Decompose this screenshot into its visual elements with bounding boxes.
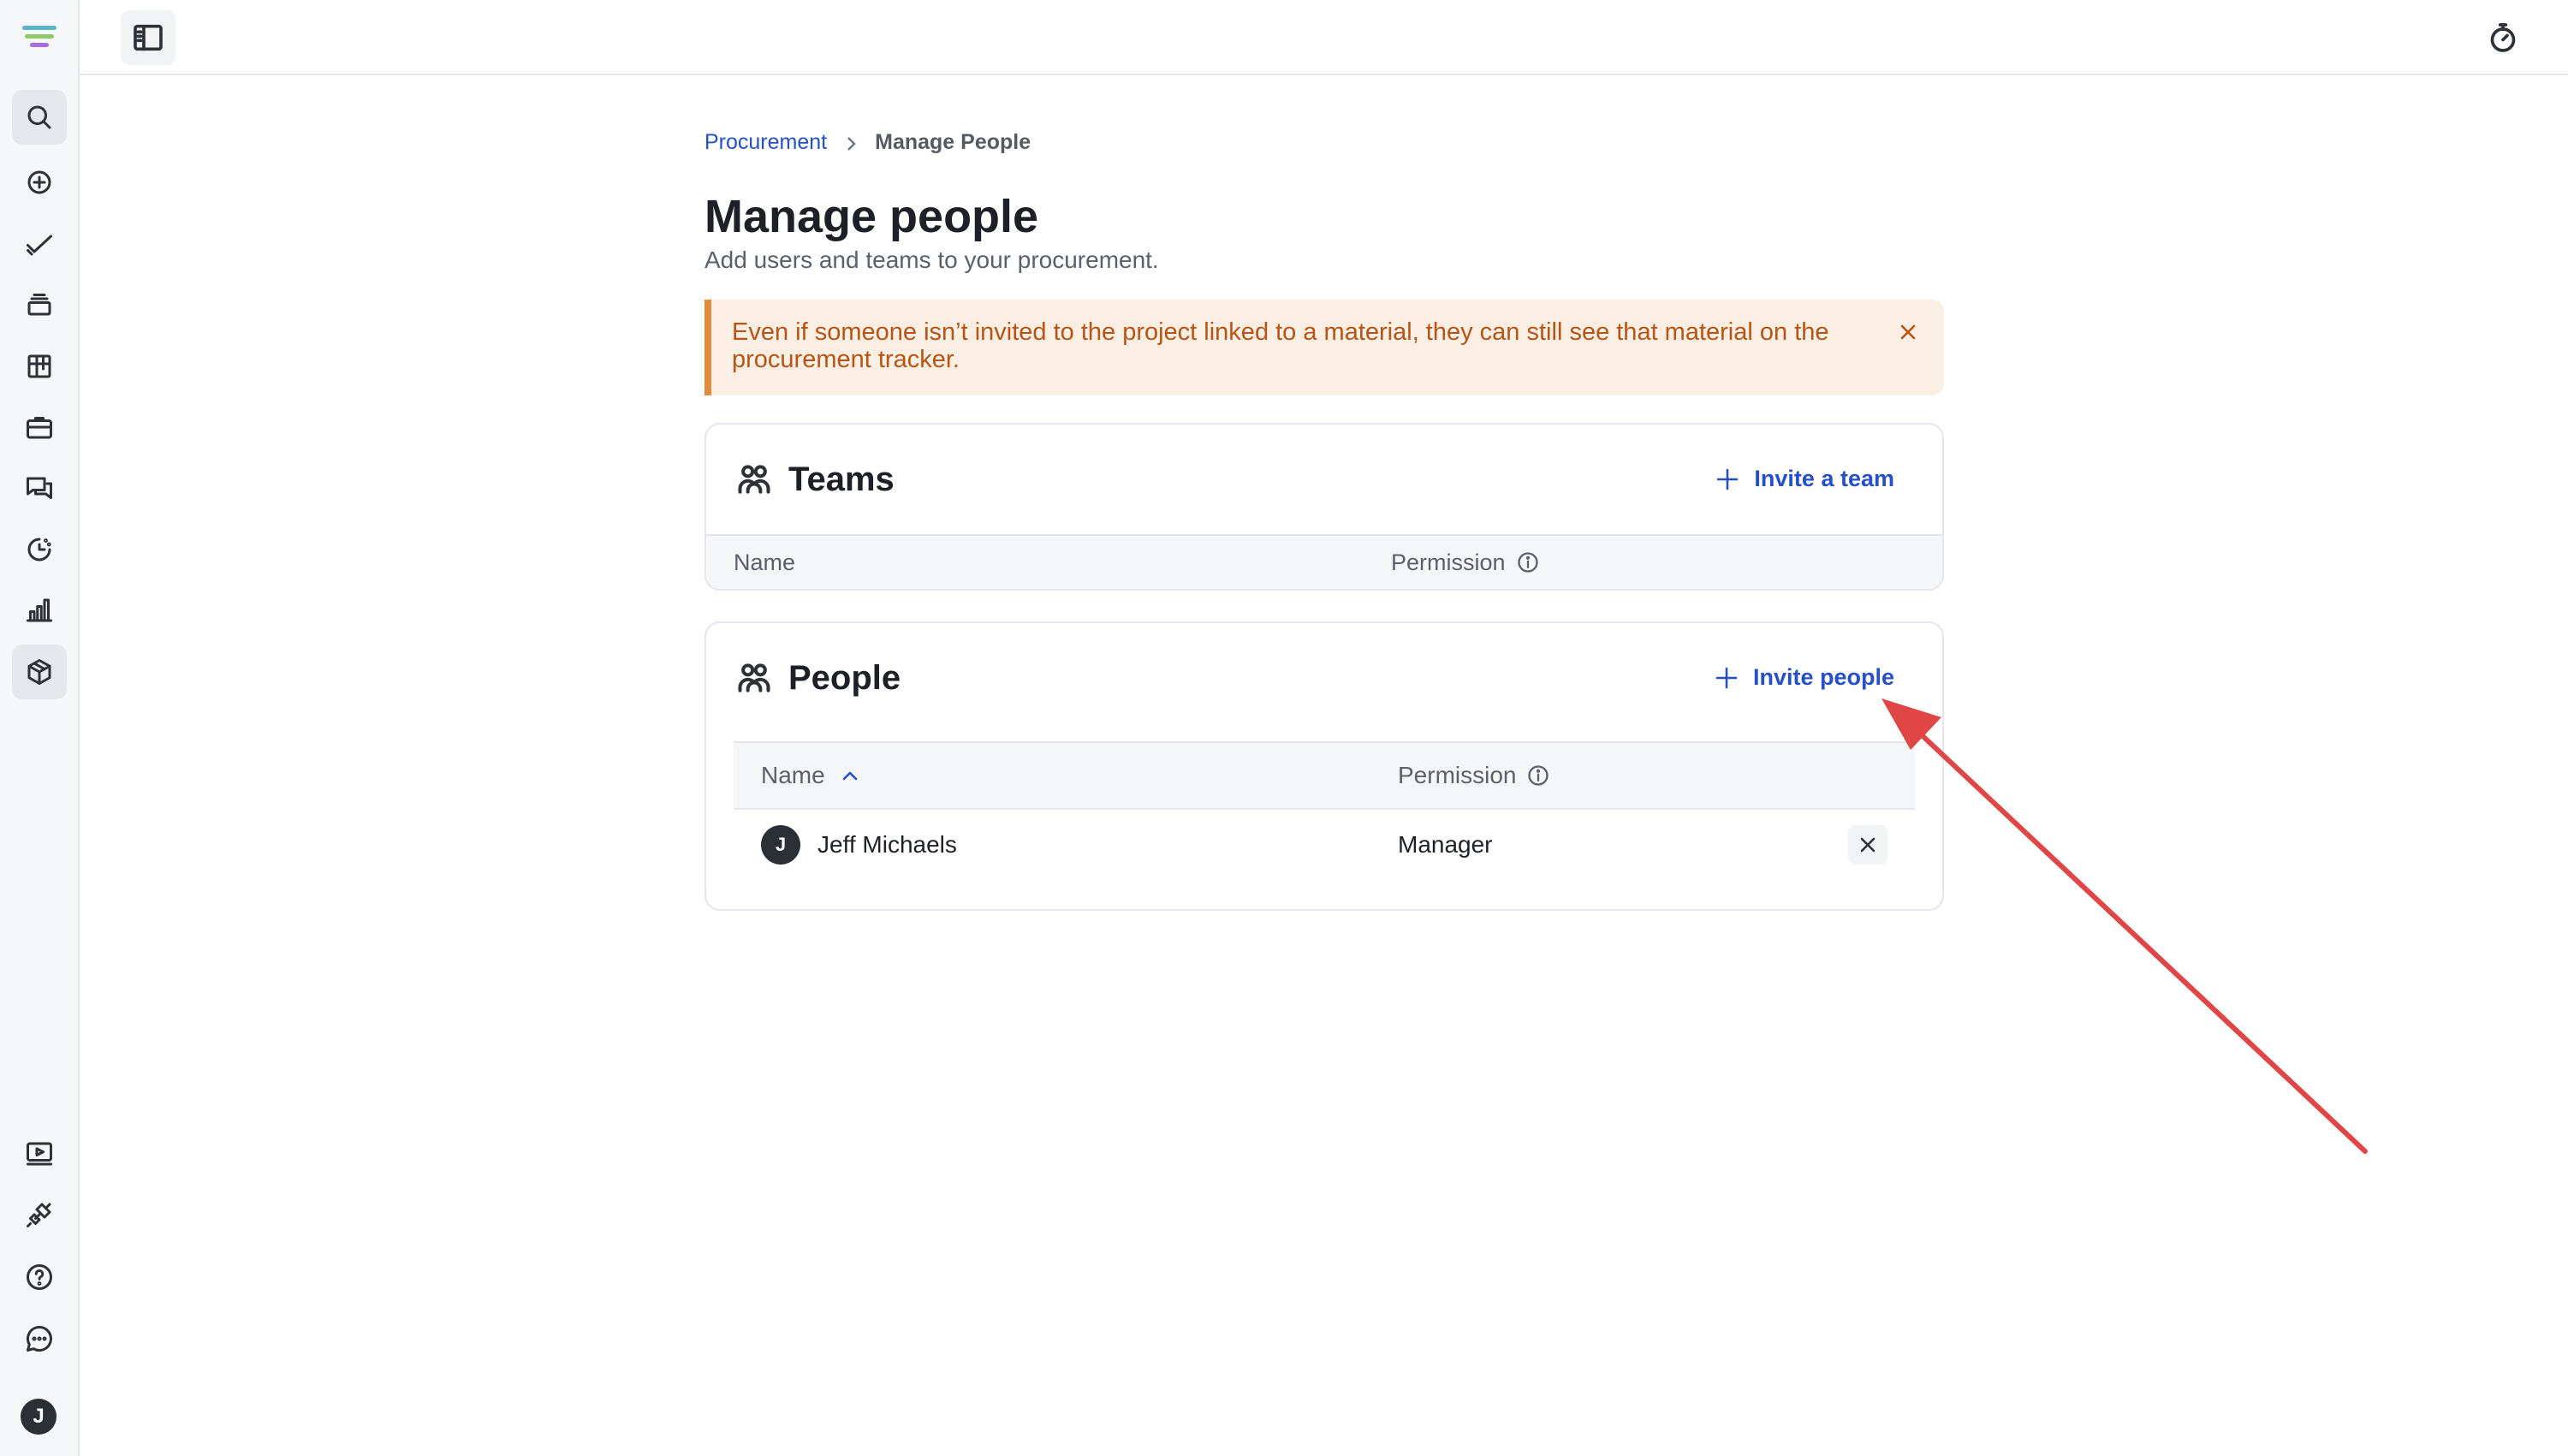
people-title: People (788, 658, 901, 697)
teams-column-name[interactable]: Name (734, 550, 795, 576)
stopwatch-icon (2490, 23, 2516, 52)
plus-icon (1715, 667, 1738, 688)
timeline-icon (27, 538, 51, 562)
close-icon (1900, 324, 1916, 340)
invite-people-button[interactable]: Invite people (1714, 664, 1894, 691)
stack-icon (27, 294, 51, 316)
sort-ascending-icon (839, 764, 861, 787)
person-permission[interactable]: Manager (1398, 831, 1493, 859)
rail-integrations-button[interactable] (12, 1187, 67, 1242)
page-subtitle: Add users and teams to your procurement. (704, 247, 1159, 273)
main-content: Procurement Manage People Manage people … (704, 120, 1944, 911)
video-icon (27, 1142, 52, 1166)
briefcase-icon (27, 417, 52, 439)
sidebar-icon (134, 24, 163, 51)
rail-chat-button[interactable] (12, 461, 67, 516)
people-column-name-sort[interactable]: Name (734, 762, 1398, 789)
chevron-right-icon (842, 134, 859, 151)
teams-column-permission: Permission (1391, 549, 1506, 575)
rail-procurement-button[interactable] (12, 645, 67, 699)
message-icon (27, 1326, 52, 1352)
breadcrumb-procurement-link[interactable]: Procurement (704, 130, 827, 155)
people-card-header: People Invite people (706, 623, 1942, 733)
banner-close-button[interactable] (1896, 320, 1920, 344)
search-icon (27, 105, 51, 129)
app-logo[interactable] (22, 26, 56, 51)
info-icon[interactable] (1516, 550, 1540, 574)
sidebar-toggle-button[interactable] (121, 10, 175, 65)
breadcrumb-current: Manage People (875, 129, 1031, 154)
rail-stack-button[interactable] (12, 276, 67, 331)
close-icon (1860, 837, 1875, 853)
group-icon (738, 663, 770, 692)
bar-chart-icon (27, 598, 52, 622)
rail-reports-button[interactable] (12, 583, 67, 638)
people-column-name: Name (761, 762, 825, 788)
breadcrumb: Procurement Manage People (704, 120, 1944, 164)
plus-icon (1717, 468, 1739, 490)
people-table: Name Permission J Jeff Michaels Manager (734, 741, 1915, 880)
info-banner: Even if someone isn’t invited to the pro… (704, 300, 1944, 395)
invite-team-label: Invite a team (1754, 466, 1894, 491)
rail-tasks-button[interactable] (12, 217, 67, 271)
package-icon (27, 659, 51, 685)
teams-card: Teams Invite a team Name Permission (704, 423, 1944, 591)
banner-message: Even if someone isn’t invited to the pro… (732, 318, 1829, 373)
invite-team-button[interactable]: Invite a team (1715, 466, 1894, 492)
chat-icon (27, 477, 52, 499)
user-avatar[interactable]: J (21, 1399, 56, 1435)
person-name: Jeff Michaels (817, 831, 957, 858)
timer-button[interactable] (2476, 10, 2530, 65)
teams-title: Teams (788, 460, 895, 498)
board-icon (27, 354, 51, 378)
rail-timeline-button[interactable] (12, 522, 67, 577)
people-table-header: Name Permission (734, 741, 1915, 810)
rail-search-button[interactable] (12, 90, 67, 145)
remove-person-button[interactable] (1848, 825, 1887, 865)
rail-briefcase-button[interactable] (12, 400, 67, 455)
checkmark-icon (27, 235, 52, 256)
teams-table-header: Name Permission (706, 534, 1942, 589)
page-title: Manage people (704, 191, 1039, 242)
people-card: People Invite people Name Permission J J… (704, 621, 1944, 911)
help-icon (27, 1264, 52, 1290)
rail-create-button[interactable] (12, 155, 67, 210)
add-circle-icon (27, 170, 51, 194)
top-bar (80, 0, 2568, 75)
avatar: J (761, 825, 800, 865)
rail-help-button[interactable] (12, 1250, 67, 1304)
rail-video-button[interactable] (12, 1126, 67, 1181)
invite-people-label: Invite people (1752, 664, 1894, 690)
left-nav-rail: J (0, 0, 80, 1456)
info-icon[interactable] (1526, 764, 1550, 787)
rail-messages-button[interactable] (12, 1311, 67, 1366)
teams-card-header: Teams Invite a team (706, 425, 1942, 534)
table-row: J Jeff Michaels Manager (734, 810, 1915, 880)
people-column-permission: Permission (1398, 762, 1517, 788)
rail-board-button[interactable] (12, 339, 67, 394)
plug-icon (27, 1203, 51, 1227)
group-icon (738, 465, 770, 494)
